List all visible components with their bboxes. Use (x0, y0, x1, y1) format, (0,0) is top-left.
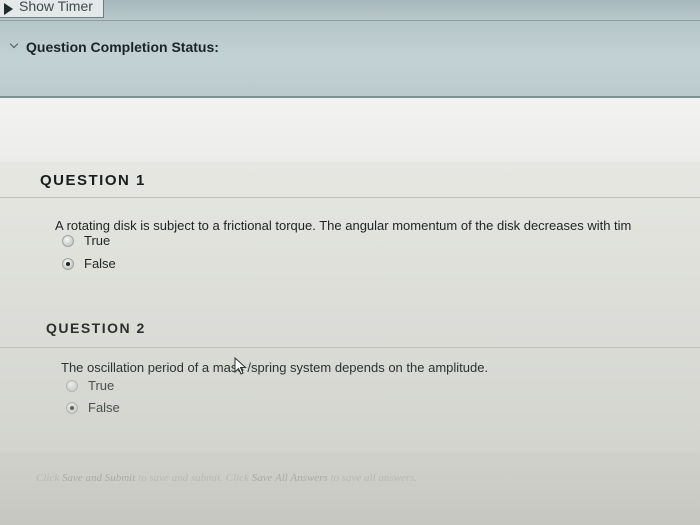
radio-button[interactable] (66, 379, 78, 392)
play-icon (4, 2, 13, 15)
question-1: QUESTION 1 A rotating disk is subject to… (0, 162, 700, 312)
question-2: QUESTION 2 The oscillation period of a m… (0, 312, 700, 452)
completion-status-panel: Question Completion Status: (0, 20, 700, 98)
footer-text-part: to save and submit. Click (135, 472, 252, 484)
footer: Click Save and Submit to save and submit… (0, 452, 700, 525)
question-title: QUESTION 2 (46, 320, 146, 336)
chevron-down-icon (10, 43, 18, 51)
page: Show Timer Question Completion Status: Q… (0, 0, 700, 525)
show-timer-label: Show Timer (19, 0, 93, 14)
footer-text-part: Click (36, 472, 62, 484)
spacer-band (0, 98, 700, 163)
radio-button[interactable] (62, 234, 74, 247)
option-label: True (84, 233, 111, 248)
option-true[interactable]: True (62, 233, 110, 248)
completion-status-toggle[interactable]: Question Completion Status: (10, 39, 219, 55)
question-text: The oscillation period of a mass /spring… (61, 360, 489, 375)
save-all-answers-link[interactable]: Save All Answers (252, 472, 328, 484)
option-label: True (88, 378, 115, 393)
save-and-submit-link[interactable]: Save and Submit (62, 472, 135, 484)
option-label: False (88, 400, 120, 415)
mouse-pointer-icon (234, 357, 247, 375)
option-true[interactable]: True (66, 378, 114, 393)
top-strip (0, 0, 700, 20)
option-label: False (84, 256, 116, 271)
question-header: QUESTION 2 (0, 312, 700, 348)
radio-button-selected[interactable] (62, 257, 74, 270)
footer-text-part: to save all answers. (327, 472, 418, 484)
option-false[interactable]: False (66, 400, 120, 415)
completion-status-label: Question Completion Status: (26, 39, 219, 55)
radio-button-selected[interactable] (66, 401, 78, 414)
question-header: QUESTION 1 (0, 162, 700, 198)
question-text: A rotating disk is subject to a friction… (55, 218, 632, 233)
option-false[interactable]: False (62, 256, 116, 271)
footer-instructions: Click Save and Submit to save and submit… (36, 472, 417, 484)
question-title: QUESTION 1 (40, 172, 146, 189)
show-timer-button[interactable]: Show Timer (0, 0, 104, 18)
